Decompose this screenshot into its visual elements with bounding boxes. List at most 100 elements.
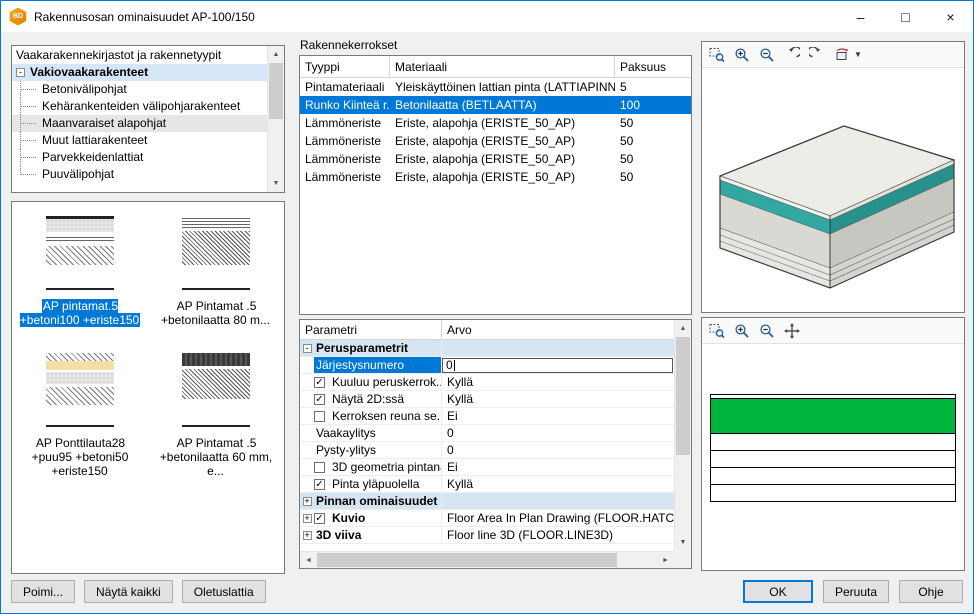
pick-button[interactable]: Poimi... bbox=[11, 580, 75, 603]
tree-item[interactable]: Puuvälipohjat bbox=[12, 166, 267, 183]
tree-item[interactable]: Kehärankenteiden välipohjarakenteet bbox=[12, 98, 267, 115]
zoom-window-icon[interactable] bbox=[706, 44, 728, 66]
zoom-in-icon[interactable] bbox=[731, 320, 753, 342]
layer-row[interactable]: Pintamateriaali Yleiskäyttöinen lattian … bbox=[300, 78, 691, 96]
parameters-grid: Parametri Arvo - Perusparametrit Järjest… bbox=[299, 319, 692, 569]
parameter-row[interactable]: + ✓ Kuvio Floor Area In Plan Drawing (FL… bbox=[300, 510, 674, 527]
scroll-up-button[interactable]: ▲ bbox=[675, 320, 691, 337]
tree-item-root[interactable]: - Vakiovaakarakenteet bbox=[12, 64, 267, 81]
thumbnail-graphic bbox=[46, 353, 114, 427]
layer-band bbox=[710, 484, 956, 502]
layer-row[interactable]: Lämmöneriste Eriste, alapohja (ERISTE_50… bbox=[300, 132, 691, 150]
collapse-icon[interactable]: - bbox=[303, 344, 312, 353]
preview-3d-viewport[interactable] bbox=[702, 68, 964, 312]
parameters-vscrollbar[interactable]: ▲ ▼ bbox=[674, 320, 691, 551]
layer-band bbox=[710, 450, 956, 468]
scroll-up-button[interactable]: ▲ bbox=[268, 46, 284, 63]
zoom-in-icon[interactable] bbox=[731, 44, 753, 66]
scroll-left-button[interactable]: ◄ bbox=[300, 552, 317, 569]
structure-thumbnail[interactable]: AP Pintamat .5 +betonilaatta 60 mm, e... bbox=[148, 353, 284, 478]
scroll-down-button[interactable]: ▼ bbox=[675, 534, 691, 551]
column-header-parameter[interactable]: Parametri bbox=[300, 320, 442, 339]
scrollbar-thumb[interactable] bbox=[676, 337, 690, 455]
layer-row-selected[interactable]: Runko Kiinteä r... Betonilaatta (BETLAAT… bbox=[300, 96, 691, 114]
preview-3d-toolbar: ▼ bbox=[702, 42, 964, 68]
expand-icon[interactable]: + bbox=[303, 514, 312, 523]
checkbox[interactable]: ✓ bbox=[314, 479, 325, 490]
preview-2d-toolbar bbox=[702, 318, 964, 344]
rotate-left-icon[interactable] bbox=[781, 44, 803, 66]
chevron-down-icon[interactable]: ▼ bbox=[854, 50, 862, 59]
tree-root-label: Vakiovaakarakenteet bbox=[30, 64, 148, 81]
close-button[interactable]: × bbox=[928, 1, 973, 32]
parameter-row[interactable]: + 3D viiva Floor line 3D (FLOOR.LINE3D) bbox=[300, 527, 674, 544]
minimize-button[interactable]: – bbox=[838, 1, 883, 32]
expand-icon[interactable]: + bbox=[303, 531, 312, 540]
cancel-button[interactable]: Peruuta bbox=[823, 580, 889, 603]
zoom-out-icon[interactable] bbox=[756, 320, 778, 342]
layer-row[interactable]: Lämmöneriste Eriste, alapohja (ERISTE_50… bbox=[300, 168, 691, 186]
column-header-value[interactable]: Arvo bbox=[442, 320, 472, 339]
parameter-row[interactable]: Pysty-ylitys 0 bbox=[300, 442, 674, 459]
layer-band-selected bbox=[710, 398, 956, 434]
column-header-thickness[interactable]: Paksuus bbox=[615, 56, 691, 77]
parameters-hscrollbar[interactable]: ◄ ► bbox=[300, 551, 674, 568]
expand-icon[interactable]: + bbox=[303, 497, 312, 506]
checkbox[interactable] bbox=[314, 411, 325, 422]
help-button[interactable]: Ohje bbox=[899, 580, 963, 603]
ok-button[interactable]: OK bbox=[743, 580, 813, 603]
default-floor-button[interactable]: Oletuslattia bbox=[182, 580, 266, 603]
column-header-material[interactable]: Materiaali bbox=[390, 56, 615, 77]
tree-scrollbar[interactable]: ▲ ▼ bbox=[267, 46, 284, 192]
checkbox[interactable] bbox=[314, 462, 325, 473]
parameter-row[interactable]: Vaakaylitys 0 bbox=[300, 425, 674, 442]
layer-row[interactable]: Lämmöneriste Eriste, alapohja (ERISTE_50… bbox=[300, 150, 691, 168]
value-editor[interactable]: 0 bbox=[442, 358, 673, 373]
parameter-group-row[interactable]: - Perusparametrit bbox=[300, 340, 674, 357]
tree-item-selected[interactable]: Maanvaraiset alapohjat bbox=[12, 115, 267, 132]
parameter-row[interactable]: ✓ Pinta yläpuolella Kyllä bbox=[300, 476, 674, 493]
layers-table: Tyyppi Materiaali Paksuus Pintamateriaal… bbox=[299, 55, 692, 315]
preview-2d-viewport[interactable] bbox=[702, 344, 964, 570]
column-header-type[interactable]: Tyyppi bbox=[300, 56, 390, 77]
thumbnail-caption: AP Pintamat .5 +betonilaatta 60 mm, e... bbox=[155, 436, 277, 478]
layer-band bbox=[710, 467, 956, 485]
tree-item[interactable]: Betonivälipohjat bbox=[12, 81, 267, 98]
parameter-row[interactable]: ✓ Näytä 2D:ssä Kyllä bbox=[300, 391, 674, 408]
parameter-group-row[interactable]: + Pinnan ominaisuudet bbox=[300, 493, 674, 510]
structure-thumbnail[interactable]: AP Ponttilauta28 +puu95 +betoni50 +erist… bbox=[12, 353, 148, 478]
show-all-button[interactable]: Näytä kaikki bbox=[84, 580, 173, 603]
thumbnail-caption: AP Ponttilauta28 +puu95 +betoni50 +erist… bbox=[19, 436, 141, 478]
maximize-button[interactable]: □ bbox=[883, 1, 928, 32]
checkbox[interactable]: ✓ bbox=[314, 394, 325, 405]
zoom-window-icon[interactable] bbox=[706, 320, 728, 342]
thumbnail-graphic bbox=[182, 216, 250, 290]
parameter-row[interactable]: Kerroksen reuna se... Ei bbox=[300, 408, 674, 425]
text-cursor bbox=[454, 360, 455, 371]
structure-thumbnail[interactable]: AP Pintamat .5 +betonilaatta 80 m... bbox=[148, 216, 284, 327]
parameter-row[interactable]: ✓ Kuuluu peruskerrok... Kyllä bbox=[300, 374, 674, 391]
slab-3d-drawing bbox=[702, 68, 964, 312]
zoom-out-icon[interactable] bbox=[756, 44, 778, 66]
layer-row[interactable]: Lämmöneriste Eriste, alapohja (ERISTE_50… bbox=[300, 114, 691, 132]
view-orientation-icon[interactable] bbox=[831, 44, 853, 66]
pan-icon[interactable] bbox=[781, 320, 803, 342]
thumbnail-graphic bbox=[182, 353, 250, 427]
dialog-window: BD Rakennusosan ominaisuudet AP-100/150 … bbox=[0, 0, 974, 614]
parameter-row[interactable]: 3D geometria pintana Ei bbox=[300, 459, 674, 476]
tree-item[interactable]: Parvekkeidenlattiat bbox=[12, 149, 267, 166]
titlebar[interactable]: BD Rakennusosan ominaisuudet AP-100/150 … bbox=[1, 1, 973, 32]
scroll-right-button[interactable]: ► bbox=[657, 552, 674, 569]
parameter-row-selected[interactable]: Järjestysnumero 0 bbox=[300, 357, 674, 374]
checkbox[interactable]: ✓ bbox=[314, 513, 325, 524]
parameters-grid-header: Parametri Arvo bbox=[300, 320, 674, 340]
scroll-down-button[interactable]: ▼ bbox=[268, 175, 284, 192]
collapse-icon[interactable]: - bbox=[16, 68, 25, 77]
scrollbar-thumb[interactable] bbox=[269, 63, 283, 119]
tree-item[interactable]: Muut lattiarakenteet bbox=[12, 132, 267, 149]
scrollbar-thumb[interactable] bbox=[317, 553, 617, 567]
structure-thumbnail-selected[interactable]: AP pintamat.5 +betoni100 +eriste150 bbox=[12, 216, 148, 327]
checkbox[interactable]: ✓ bbox=[314, 377, 325, 388]
tree-header: Vaakarakennekirjastot ja rakennetyypit bbox=[12, 47, 267, 64]
rotate-right-icon[interactable] bbox=[806, 44, 828, 66]
